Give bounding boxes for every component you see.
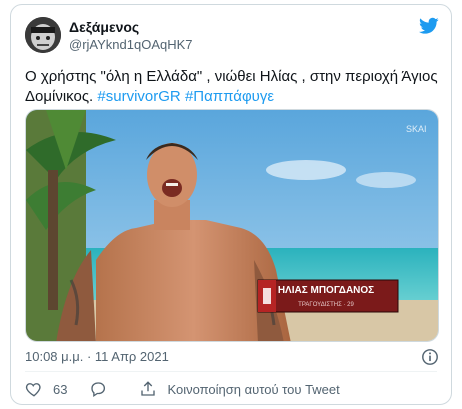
- caption-name: ΗΛΙΑΣ ΜΠΟΓΔΑΝΟΣ: [278, 285, 374, 296]
- media-image: SKAI ΗΛΙΑΣ ΜΠΟΓΔΑΝΟΣ ΤΡΑΓΟΥΔΙΣΤΗΣ · 29: [26, 110, 438, 341]
- tweet-media[interactable]: SKAI ΗΛΙΑΣ ΜΠΟΓΔΑΝΟΣ ΤΡΑΓΟΥΔΙΣΤΗΣ · 29: [25, 109, 439, 342]
- caption-sub: ΤΡΑΓΟΥΔΙΣΤΗΣ · 29: [298, 302, 354, 308]
- share-icon: [141, 381, 156, 396]
- tweet-text: Ο χρήστης "όλη η Ελλάδα" , νιώθει Ηλίας …: [25, 67, 440, 107]
- info-icon[interactable]: [421, 348, 439, 366]
- tweet-timestamp[interactable]: 10:08 μ.μ. · 11 Απρ 2021: [25, 349, 169, 364]
- channel-logo: SKAI: [406, 124, 427, 134]
- tweet-card[interactable]: Δεξάμενος @rjAYknd1qOAqHK7 Ο χρήστης "όλ…: [10, 4, 452, 405]
- tweet-actions: 63 Κοινοποίηση αυτού του Tweet: [25, 379, 362, 399]
- like-count: 63: [53, 381, 68, 397]
- avatar-image: [25, 17, 61, 53]
- heart-icon: [25, 383, 41, 397]
- share-button[interactable]: Κοινοποίηση αυτού του Tweet: [139, 380, 340, 398]
- hashtag-pappafyge[interactable]: #Παππάφυγε: [185, 88, 274, 105]
- hashtag-survivorgr[interactable]: #survivorGR: [97, 88, 180, 105]
- avatar[interactable]: [25, 17, 61, 53]
- reply-button[interactable]: [89, 380, 117, 398]
- twitter-bird-icon[interactable]: [419, 17, 439, 35]
- divider: [25, 371, 437, 372]
- like-button[interactable]: 63: [25, 380, 67, 398]
- share-label: Κοινοποίηση αυτού του Tweet: [167, 381, 340, 397]
- display-name[interactable]: Δεξάμενος: [69, 19, 139, 35]
- reply-icon: [91, 382, 106, 398]
- user-handle[interactable]: @rjAYknd1qOAqHK7: [69, 37, 193, 52]
